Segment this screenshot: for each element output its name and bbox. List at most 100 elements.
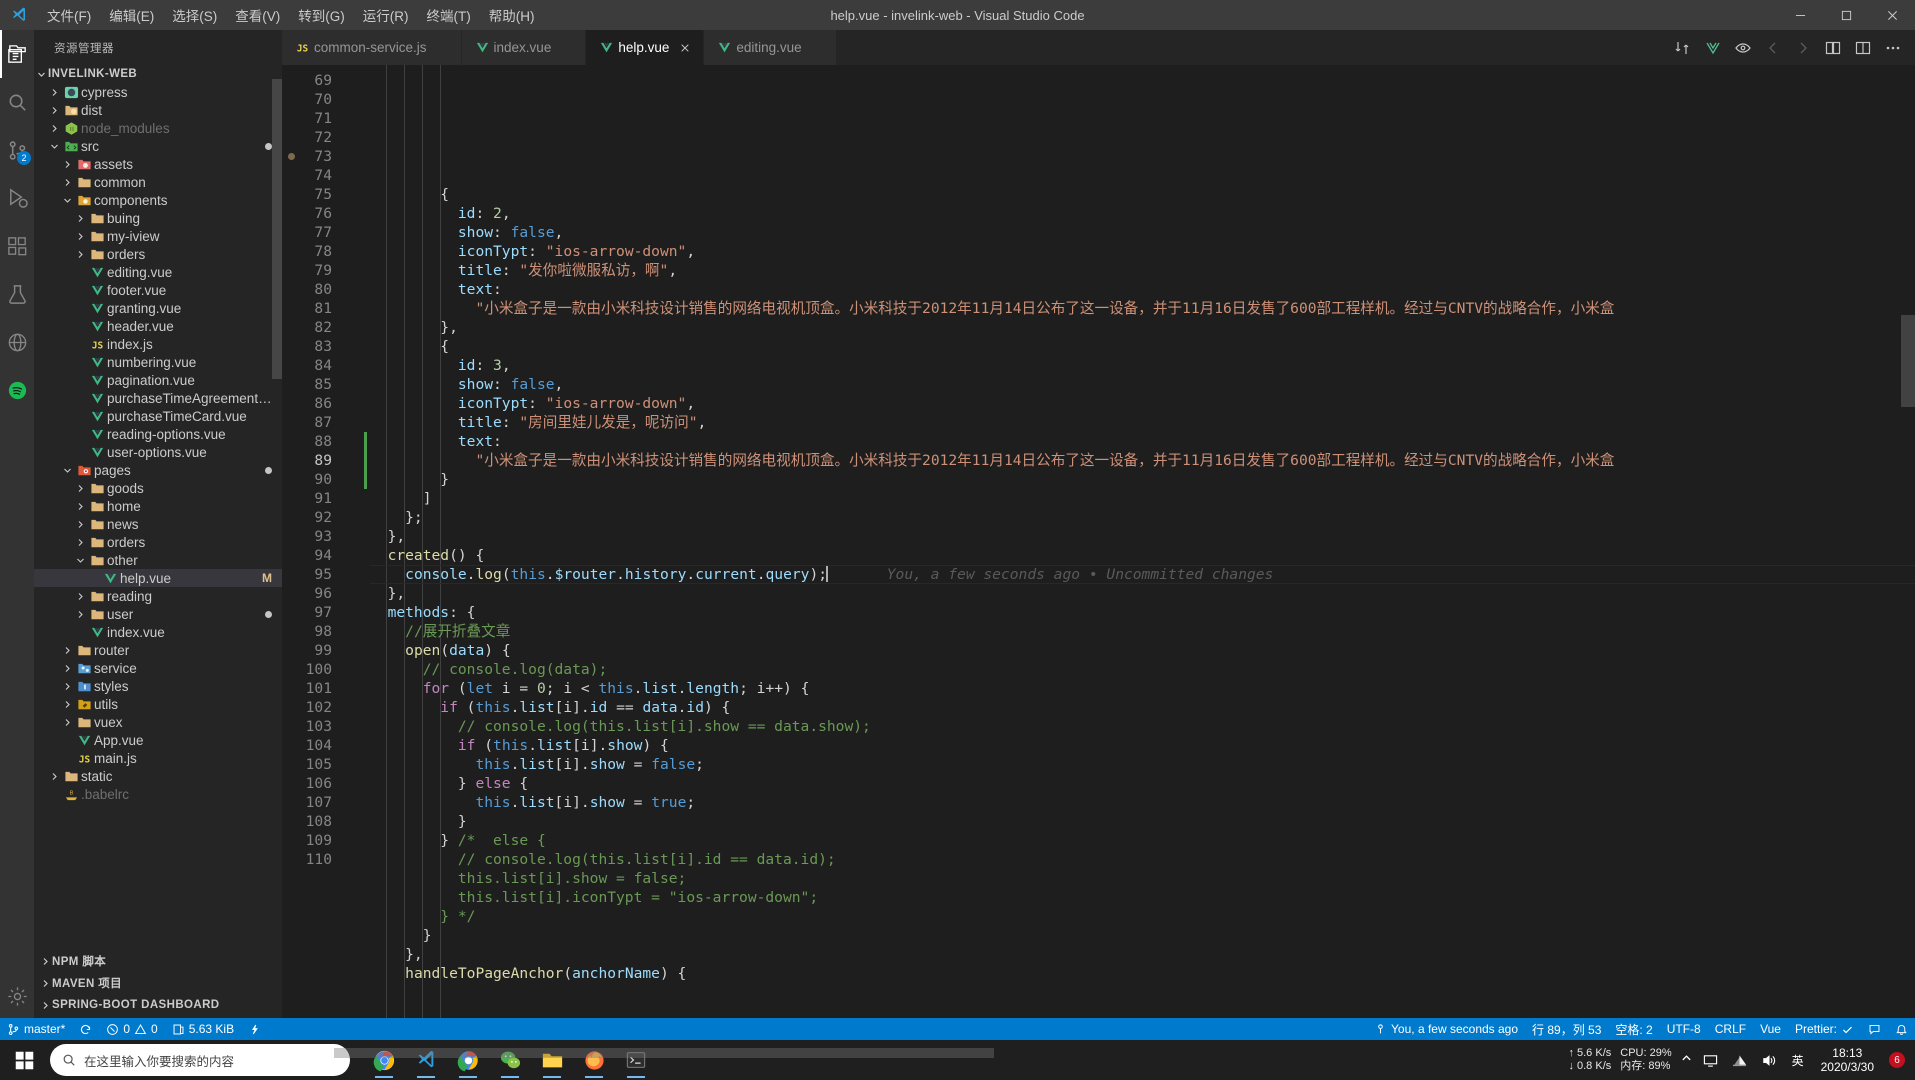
tree-item-goods[interactable]: goods — [34, 479, 282, 497]
panel-spring-boot-dashboard[interactable]: SPRING-BOOT DASHBOARD — [34, 994, 282, 1016]
chevron-right-icon[interactable] — [73, 214, 87, 223]
tree-item-styles[interactable]: styles — [34, 677, 282, 695]
taskbar-wechat[interactable] — [490, 1040, 530, 1080]
chevron-right-icon[interactable] — [73, 520, 87, 529]
tree-item-cypress[interactable]: cypress — [34, 83, 282, 101]
code-line[interactable]: text: — [370, 432, 1915, 451]
maximize-button[interactable] — [1823, 0, 1869, 30]
editor-vertical-scrollbar[interactable] — [1901, 315, 1915, 407]
code-line[interactable]: // console.log(data); — [370, 660, 1915, 679]
code-line[interactable]: ] — [370, 489, 1915, 508]
tree-item-user[interactable]: user — [34, 605, 282, 623]
tree-item-pagination-vue[interactable]: pagination.vue — [34, 371, 282, 389]
code-line[interactable]: }, — [370, 318, 1915, 337]
code-line[interactable]: if (this.list[i].show) { — [370, 736, 1915, 755]
chevron-right-icon[interactable] — [60, 646, 74, 655]
code-line[interactable]: id: 2, — [370, 204, 1915, 223]
code-line[interactable]: } /* else { — [370, 831, 1915, 850]
code-line[interactable]: for (let i = 0; i < this.list.length; i+… — [370, 679, 1915, 698]
file-tree[interactable]: INVELINK-WEB cypress dist node_modules src a… — [34, 65, 282, 950]
chevron-right-icon[interactable] — [47, 88, 61, 97]
code-line[interactable]: }; — [370, 508, 1915, 527]
sidebar-scrollbar[interactable] — [272, 79, 282, 379]
code-line[interactable]: show: false, — [370, 375, 1915, 394]
code-line[interactable]: } else { — [370, 774, 1915, 793]
tab-index-vue[interactable]: index.vue — [461, 30, 587, 65]
menu-edit[interactable]: 编辑(E) — [100, 0, 163, 30]
tree-item-index-vue[interactable]: index.vue — [34, 623, 282, 641]
code-line[interactable]: } — [370, 812, 1915, 831]
menu-file[interactable]: 文件(F) — [38, 0, 100, 30]
show-hidden-icons-button[interactable] — [1681, 1053, 1692, 1067]
tree-item-user-options-vue[interactable]: user-options.vue — [34, 443, 282, 461]
code-line[interactable]: "小米盒子是一款由小米科技设计销售的网络电视机顶盒。小米科技于2012年11月1… — [370, 299, 1915, 318]
code-line[interactable]: show: false, — [370, 223, 1915, 242]
code-line[interactable]: } — [370, 470, 1915, 489]
code-line[interactable]: } */ — [370, 907, 1915, 926]
activity-source-control[interactable]: 2 — [0, 126, 34, 174]
tree-item-utils[interactable]: utils — [34, 695, 282, 713]
code-line[interactable]: } — [370, 926, 1915, 945]
close-button[interactable] — [1869, 0, 1915, 30]
chevron-right-icon[interactable] — [47, 124, 61, 133]
monitor-icon[interactable] — [1701, 1049, 1721, 1071]
code-line[interactable]: this.list[i].show = true; — [370, 793, 1915, 812]
fold-column[interactable] — [354, 65, 370, 1018]
tree-item-footer-vue[interactable]: footer.vue — [34, 281, 282, 299]
status-branch[interactable]: master* — [0, 1018, 72, 1040]
tree-item-babelrc[interactable]: B .babelrc — [34, 785, 282, 803]
code-line[interactable]: this.list[i].show = false; — [370, 755, 1915, 774]
code-line[interactable]: console.log(this.$router.history.current… — [370, 565, 1915, 584]
tree-item-service[interactable]: service — [34, 659, 282, 677]
code-line[interactable]: if (this.list[i].id == data.id) { — [370, 698, 1915, 717]
tree-item-app-vue[interactable]: App.vue — [34, 731, 282, 749]
chevron-right-icon[interactable] — [60, 178, 74, 187]
taskbar-chrome[interactable] — [364, 1040, 404, 1080]
code-line[interactable]: id: 3, — [370, 356, 1915, 375]
action-compare[interactable] — [1669, 34, 1697, 62]
activity-search[interactable] — [0, 78, 34, 126]
ime-language-indicator[interactable]: 英 — [1788, 1049, 1808, 1071]
tree-item-router[interactable]: router — [34, 641, 282, 659]
minimize-button[interactable] — [1777, 0, 1823, 30]
status-feedback[interactable] — [1861, 1018, 1888, 1040]
action-run-vue[interactable] — [1699, 34, 1727, 62]
tree-item-other[interactable]: other — [34, 551, 282, 569]
code-line[interactable]: }, — [370, 584, 1915, 603]
chevron-right-icon[interactable] — [73, 484, 87, 493]
menu-selection[interactable]: 选择(S) — [163, 0, 226, 30]
tree-item-editing-vue[interactable]: editing.vue — [34, 263, 282, 281]
chevron-right-icon[interactable] — [73, 502, 87, 511]
tree-item-numbering-vue[interactable]: numbering.vue — [34, 353, 282, 371]
activity-manage[interactable] — [0, 974, 34, 1018]
activity-run-debug[interactable] — [0, 174, 34, 222]
start-button[interactable] — [0, 1040, 48, 1080]
tree-item-help-vue[interactable]: help.vue M — [34, 569, 282, 587]
taskbar-terminal[interactable] — [616, 1040, 656, 1080]
tab-close-icon[interactable] — [677, 40, 693, 56]
chevron-right-icon[interactable] — [73, 592, 87, 601]
status-problems[interactable]: 0 0 — [99, 1018, 164, 1040]
tree-item-index-js[interactable]: JS index.js — [34, 335, 282, 353]
tree-item-header-vue[interactable]: header.vue — [34, 317, 282, 335]
status-indentation[interactable]: 空格: 2 — [1608, 1018, 1659, 1040]
status-language-mode[interactable]: Vue — [1753, 1018, 1788, 1040]
tree-item-home[interactable]: home — [34, 497, 282, 515]
tree-item-buing[interactable]: buing — [34, 209, 282, 227]
panel-maven-projects[interactable]: MAVEN 项目 — [34, 972, 282, 994]
taskbar-firefox[interactable] — [574, 1040, 614, 1080]
tree-item-node-modules[interactable]: node_modules — [34, 119, 282, 137]
taskbar-search-box[interactable]: 在这里输入你要搜索的内容 — [50, 1044, 350, 1076]
chevron-right-icon[interactable] — [47, 106, 61, 115]
volume-icon[interactable] — [1759, 1049, 1779, 1071]
tab-common-service-js[interactable]: JS common-service.js — [282, 30, 462, 65]
tree-item-dist[interactable]: dist — [34, 101, 282, 119]
status-encoding[interactable]: UTF-8 — [1660, 1018, 1708, 1040]
chevron-right-icon[interactable] — [60, 664, 74, 673]
activity-spotify[interactable] — [0, 366, 34, 414]
menu-terminal[interactable]: 终端(T) — [418, 0, 480, 30]
code-line[interactable]: text: — [370, 280, 1915, 299]
code-line[interactable]: iconTypt: "ios-arrow-down", — [370, 394, 1915, 413]
code-line[interactable]: methods: { — [370, 603, 1915, 622]
tree-item-purchasetimecard-vue[interactable]: purchaseTimeCard.vue — [34, 407, 282, 425]
